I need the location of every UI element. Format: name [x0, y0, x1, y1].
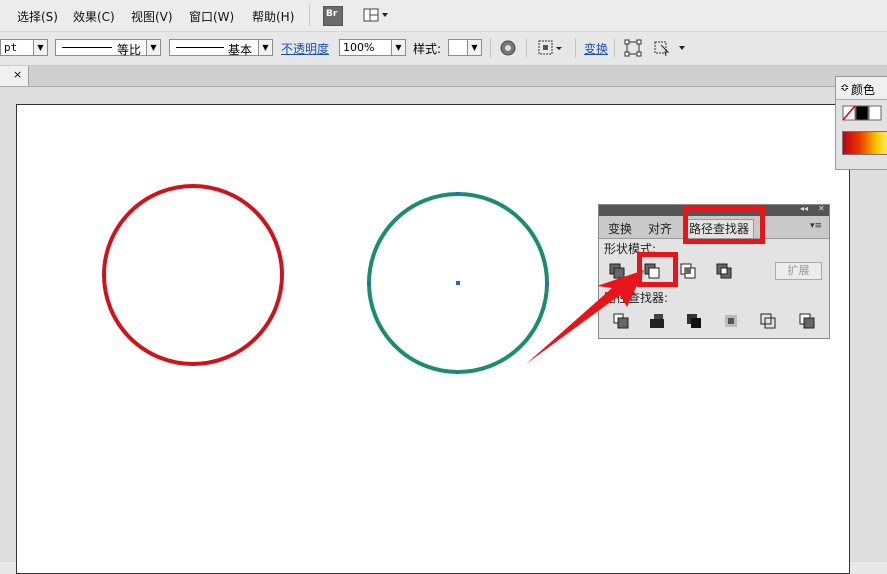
- red-arrow-icon: [526, 270, 644, 364]
- annotation-arrow: [526, 270, 644, 364]
